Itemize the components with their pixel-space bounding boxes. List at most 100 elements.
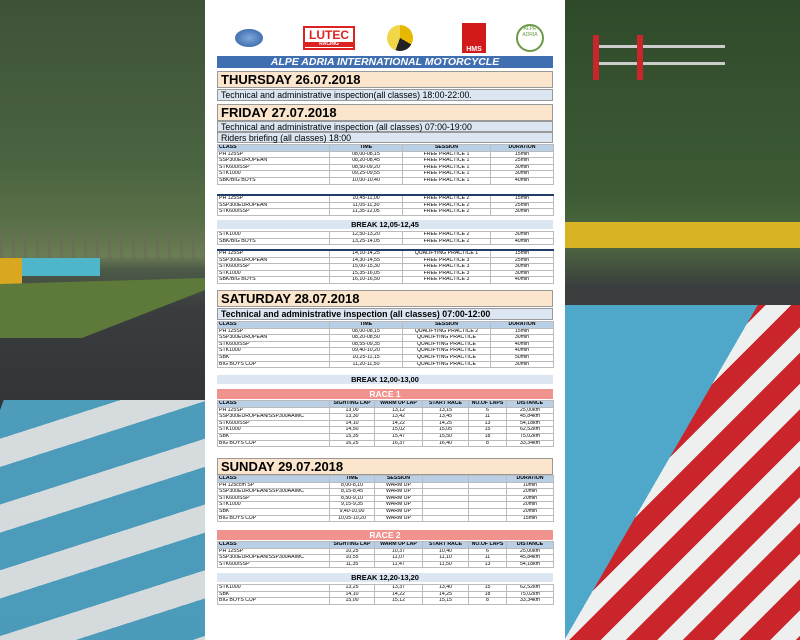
helmet-logo bbox=[383, 22, 417, 54]
table-cell: 14,22 bbox=[374, 590, 423, 599]
table-cell: 14,50 bbox=[329, 426, 375, 434]
table-row: SBK 14,10 14,22 14,25 18 75,02km bbox=[217, 590, 554, 599]
table-cell: FREE PRACTICE 1 bbox=[402, 170, 491, 178]
saturday-table: CLASS TIME SESSION DURATION PH 125SP 08,00-08… bbox=[217, 321, 554, 369]
table-cell bbox=[468, 481, 507, 490]
background-rail bbox=[565, 222, 800, 248]
table-cell: 40min bbox=[490, 340, 554, 349]
sunday-table: CLASS TIME SESSION DURATION PH 125ccm SP 8,00… bbox=[217, 475, 554, 523]
table-cell: 8 bbox=[468, 597, 507, 605]
table-cell: 14,22 bbox=[374, 419, 423, 428]
table-cell: TIME bbox=[329, 475, 375, 483]
table-cell: 13,30 bbox=[329, 413, 375, 421]
friday-info-inspection: Technical and administrative inspection … bbox=[217, 121, 553, 132]
table-cell bbox=[468, 501, 507, 509]
table-row: SSP300EUROPEAN/SSP300AAIMC 10,55 11,07 11,1… bbox=[217, 554, 554, 562]
friday-info-briefing: Riders briefing (all classes) 18:00 bbox=[217, 132, 553, 143]
table-cell: SSP300EUROPEAN/SSP300AAIMC bbox=[217, 488, 330, 496]
table-cell: 09,25-09,55 bbox=[329, 170, 403, 178]
table-cell: 08,00-08,15 bbox=[329, 327, 403, 336]
table-row: SSP300EUROPEAN/SSP300AAIMC 13,30 13,42 13,4… bbox=[217, 413, 554, 421]
table-row: STK600/SSP 11,35 11,47 11,50 13 54,18km bbox=[217, 560, 554, 569]
background-right-track bbox=[565, 0, 800, 640]
table-cell: 11,10 bbox=[422, 554, 469, 562]
table-cell: 8,15-8,45 bbox=[329, 488, 375, 496]
table-cell: FREE PRACTICE 1 bbox=[402, 176, 491, 185]
table-cell: 08,55-09,35 bbox=[329, 340, 403, 349]
table-header-row: CLASS SIGHTING LAP WARM UP LAP START RACE NO… bbox=[217, 541, 554, 549]
table-cell: 15,02 bbox=[374, 426, 423, 434]
table-cell: 6 bbox=[468, 406, 507, 415]
saturday-info: Technical and administrative inspection … bbox=[217, 308, 553, 320]
table-cell: 45,84km bbox=[506, 554, 554, 562]
table-cell: 13,25-14,05 bbox=[329, 237, 403, 246]
table-row: STK1000 15,35-16,05 FREE PRACTICE 3 30min bbox=[217, 269, 554, 278]
table-cell: BIG BOYS CUP bbox=[217, 360, 330, 369]
table-cell: 54,18km bbox=[506, 560, 554, 569]
table-cell: QUALIFYING PRACTICE bbox=[402, 334, 491, 342]
table-cell: FREE PRACTICE 3 bbox=[402, 276, 491, 284]
table-cell: FREE PRACTICE 3 bbox=[402, 263, 491, 271]
table-cell: 13 bbox=[468, 419, 507, 428]
table-cell: 15,50 bbox=[422, 432, 469, 441]
table-cell: QUALIFYING PRACTICE bbox=[402, 353, 491, 362]
table-row: STK600/SSP 14,10 14,22 14,25 13 54,18km bbox=[217, 419, 554, 428]
table-cell: 18 bbox=[468, 432, 507, 441]
table-row: PH 125SP 10,45-11,00 FREE PRACTICE 2 15min bbox=[217, 193, 554, 203]
background-fence bbox=[0, 230, 205, 260]
table-cell: 08,20-08,45 bbox=[329, 157, 403, 165]
table-cell: CLASS bbox=[217, 475, 330, 483]
table-row: STK1000 09,25-09,55 FREE PRACTICE 1 30min bbox=[217, 170, 554, 178]
friday-table-2: PH 125SP 10,45-11,00 FREE PRACTICE 2 15min S… bbox=[217, 193, 554, 216]
table-row: BIG BOYS CUP 10,05-10,20 WARM UP 15min bbox=[217, 514, 554, 523]
table-row: SBK 15,35 15,47 15,50 18 75,02km bbox=[217, 432, 554, 441]
table-cell bbox=[468, 475, 507, 483]
table-cell bbox=[468, 494, 507, 503]
table-cell bbox=[468, 514, 507, 523]
sponsor-logo bbox=[231, 22, 267, 54]
friday-table-1: CLASS TIME SESSION DURATION PH 125SP 08,00-08… bbox=[217, 144, 554, 185]
table-cell: TIME bbox=[329, 144, 403, 152]
table-cell: SESSION bbox=[402, 144, 491, 152]
table-cell: DURATION bbox=[490, 144, 554, 152]
table-cell: SIGHTING LAP bbox=[329, 400, 375, 408]
table-cell: 9,40-10,00 bbox=[329, 507, 375, 516]
table-cell: 40min bbox=[490, 347, 554, 355]
table-cell: SBK bbox=[217, 507, 330, 516]
schedule-document: LUTEC RACING HMS ALPE ADRIA ALPE ADRIA IN… bbox=[205, 0, 565, 640]
table-cell: SBK/BIG BOYS bbox=[217, 237, 330, 246]
thursday-info: Technical and administrative inspection(… bbox=[217, 89, 553, 101]
table-cell: 45,84km bbox=[506, 413, 554, 421]
table-header-row: CLASS TIME SESSION DURATION bbox=[217, 321, 554, 329]
table-cell: 15,15 bbox=[422, 597, 469, 605]
table-cell: SSP300EUROPEAN bbox=[217, 334, 330, 342]
friday-heading: FRIDAY 27.07.2018 bbox=[217, 104, 553, 121]
table-cell: 15,12 bbox=[374, 597, 423, 605]
table-cell: 16,40 bbox=[422, 439, 469, 448]
table-cell: STK600/SSP bbox=[217, 494, 330, 503]
table-cell bbox=[422, 488, 469, 496]
table-cell: 10,25-11,15 bbox=[329, 353, 403, 362]
table-cell: 30min bbox=[490, 334, 554, 342]
table-cell: 15,35 bbox=[329, 432, 375, 441]
table-cell: FREE PRACTICE 1 bbox=[402, 157, 491, 165]
table-cell: 25min bbox=[490, 201, 554, 210]
table-cell: 9,15-9,35 bbox=[329, 501, 375, 509]
table-cell: DURATION bbox=[490, 321, 554, 329]
table-row: SSP300EUROPEAN 11,05-11,30 FREE PRACTICE 2… bbox=[217, 201, 554, 210]
background-bridge bbox=[595, 45, 725, 65]
table-cell: FREE PRACTICE 1 bbox=[402, 150, 491, 159]
table-cell: 14,25 bbox=[422, 419, 469, 428]
table-cell: 10,25 bbox=[329, 547, 375, 556]
table-cell: FREE PRACTICE 3 bbox=[402, 256, 491, 265]
table-cell: 11 bbox=[468, 413, 507, 421]
table-cell: 13,37 bbox=[374, 584, 423, 592]
table-cell: 14,10 bbox=[329, 590, 375, 599]
table-cell: 14,10-14,25 bbox=[329, 248, 403, 258]
table-cell: 10,05-10,20 bbox=[329, 514, 375, 523]
table-cell bbox=[422, 514, 469, 523]
table-cell: 75,02km bbox=[506, 432, 554, 441]
table-cell: 30min bbox=[490, 163, 554, 172]
table-cell: 13,25 bbox=[329, 584, 375, 592]
table-cell: 20min bbox=[506, 494, 554, 503]
